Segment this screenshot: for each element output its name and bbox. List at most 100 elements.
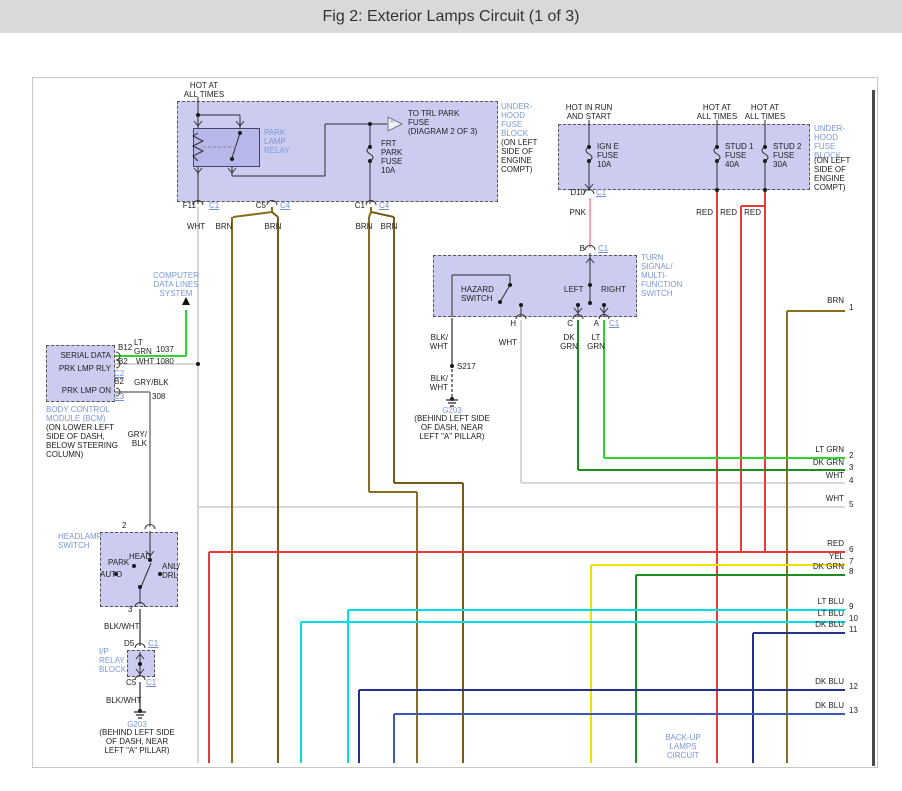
out-7-lbl: YEL — [828, 552, 844, 561]
fuse-symbol-icon — [366, 146, 374, 162]
pin-c5-b: C5 — [126, 678, 137, 687]
out-4-lbl: WHT — [825, 471, 844, 480]
bcm-pin-serial-data: SERIAL DATA — [60, 351, 111, 360]
pin-b2-a: B2 — [118, 357, 128, 366]
wire-blk-wht-1: BLK/WHT — [104, 622, 140, 631]
underhood-left-loc: (ON LEFT SIDE OF ENGINE COMPT) — [501, 138, 538, 174]
out-8-lbl: DK GRN — [812, 562, 844, 571]
out-3-lbl: DK GRN — [812, 458, 844, 467]
wire-wht-1: WHT — [186, 222, 206, 231]
out-8-num: 8 — [849, 567, 854, 576]
pin-c: C — [567, 319, 573, 328]
out-4-num: 4 — [849, 476, 854, 485]
bcm-pin-prk-lmp-on: PRK LMP ON — [61, 386, 111, 395]
ip-relay-block-name: I/P RELAY BLOCK — [99, 647, 127, 674]
wire-gry-blk-2: GRY/ BLK — [127, 430, 147, 448]
wire-brn-4: BRN — [380, 222, 398, 231]
out-5-lbl: WHT — [825, 494, 844, 503]
pin-b: B — [579, 244, 585, 253]
hot-at-all-times-left: HOT AT ALL TIMES — [183, 81, 225, 99]
underhood-left-name: UNDER- HOOD FUSE BLOCK — [501, 102, 533, 138]
circuit-1037: 1037 — [156, 345, 174, 354]
conn-c1-a[interactable]: C1 — [209, 201, 219, 210]
circuit-1080: 1080 — [156, 357, 174, 366]
out-13-lbl: DK BLU — [815, 701, 844, 710]
conn-c1-c[interactable]: C1 — [148, 639, 158, 648]
pos-auto: AUTO — [100, 570, 123, 579]
wire-red-1: RED — [696, 208, 713, 217]
out-12-num: 12 — [849, 682, 858, 691]
junction-dot — [576, 303, 580, 307]
junction-dot — [230, 157, 234, 161]
junction-dot — [196, 113, 200, 117]
junction-dot — [450, 364, 454, 368]
underhood-right-loc: (ON LEFT SIDE OF ENGINE COMPT) — [814, 156, 851, 192]
out-5-num: 5 — [849, 500, 854, 509]
conn-c4-a[interactable]: C4 — [280, 201, 290, 210]
backup-lamps-circuit: BACK-UP LAMPS CIRCUIT — [665, 733, 701, 760]
junction-dot — [138, 585, 142, 589]
pin-2: 2 — [122, 521, 127, 530]
wire-blk-wht-2: BLK/WHT — [106, 696, 142, 705]
headlamp-switch-name: HEADLAMP SWITCH — [58, 532, 103, 550]
conn-c3[interactable]: C3 — [114, 392, 124, 401]
pin-a: A — [593, 319, 599, 328]
conn-c4-b[interactable]: C4 — [379, 201, 389, 210]
hot-at-all-times-stud1: HOT AT ALL TIMES — [696, 103, 738, 121]
wire-blk-74 — [499, 284, 511, 303]
park-lamp-relay-name: PARK LAMP RELAY — [264, 128, 290, 155]
junction-dot — [138, 662, 142, 666]
junction-dot — [588, 283, 592, 287]
conn-c1-g[interactable]: C1 — [609, 319, 619, 328]
out-2-lbl: LT GRN — [815, 445, 844, 454]
conn-c1-d[interactable]: C1 — [146, 678, 156, 687]
pos-left: LEFT — [564, 285, 584, 294]
fuse-ign-e: IGN E FUSE 10A — [597, 142, 619, 169]
wire-blk-wht-4: BLK/ WHT — [429, 374, 448, 392]
pos-park: PARK — [108, 558, 130, 567]
junction-dot — [196, 362, 200, 366]
pos-anl-drl: ANL/ DRL — [162, 562, 180, 580]
junction-dot — [238, 131, 242, 135]
wire-wht-h: WHT — [498, 338, 517, 347]
out-10-lbl: LT BLU — [817, 609, 844, 618]
out-7-num: 7 — [849, 557, 854, 566]
out-1-num: 1 — [849, 303, 854, 312]
computer-data-lines: COMPUTER DATA LINES SYSTEM — [153, 271, 199, 298]
wire-brn-11 — [232, 211, 273, 218]
wire-lt-grn-lbl: LT GRN — [134, 338, 152, 356]
pin-b12: B12 — [118, 343, 133, 352]
wire-brn-15 — [368, 211, 372, 218]
connector-arc — [134, 675, 146, 681]
frt-park-fuse: FRT PARK FUSE 10A — [381, 139, 403, 175]
out-12-lbl: DK BLU — [815, 677, 844, 686]
pos-right: RIGHT — [601, 285, 626, 294]
hazard-switch: HAZARD SWITCH — [461, 285, 494, 303]
fuse-stud-2: STUD 2 FUSE 30A — [773, 142, 802, 169]
wire-blk-69 — [140, 562, 152, 588]
pin-3: 3 — [128, 605, 133, 614]
connector-arc — [266, 200, 278, 206]
junction-dot — [498, 300, 502, 304]
to-trl-park-fuse: TO TRL PARK FUSE (DIAGRAM 2 OF 3) — [408, 109, 478, 136]
hot-at-all-times-stud2: HOT AT ALL TIMES — [744, 103, 786, 121]
junction-dot — [508, 283, 512, 287]
out-2-num: 2 — [849, 451, 854, 460]
conn-c1-e[interactable]: C1 — [596, 188, 606, 197]
out-10-num: 10 — [849, 614, 858, 623]
triangle-a-label: A — [389, 119, 395, 125]
fuse-symbol-icon — [761, 146, 769, 162]
fuse-stud-1: STUD 1 FUSE 40A — [725, 142, 754, 169]
wire-lt-grn-lbl2: LT GRN — [587, 333, 605, 351]
bcm-loc: (ON LOWER LEFT SIDE OF DASH, BELOW STEER… — [46, 423, 119, 459]
conn-c1-f[interactable]: C1 — [598, 244, 608, 253]
junction-dot — [588, 301, 592, 305]
wire-blk-wht-3: BLK/ WHT — [429, 333, 448, 351]
junction-dot — [368, 122, 372, 126]
relay-coil-icon — [191, 132, 205, 162]
junction-dot — [715, 188, 719, 192]
hot-in-run: HOT IN RUN AND START — [565, 103, 613, 121]
out-11-lbl: DK BLU — [815, 620, 844, 629]
junction-dot — [132, 564, 136, 568]
ground-g203-b-loc: (BEHIND LEFT SIDE OF DASH, NEAR LEFT "A"… — [414, 414, 490, 441]
